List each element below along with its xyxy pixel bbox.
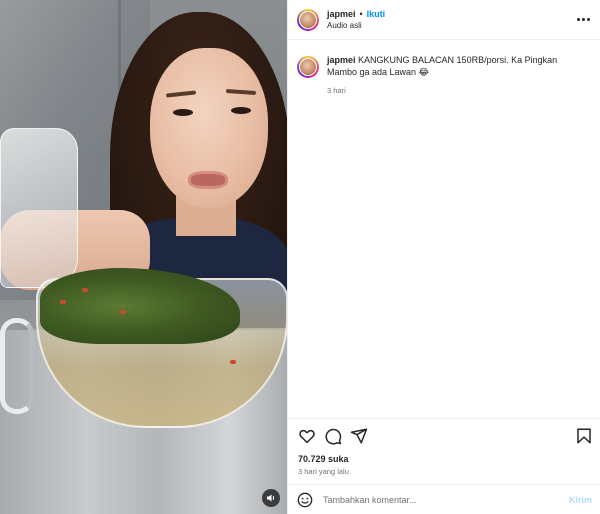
person-eye-left — [173, 109, 193, 116]
post-timestamp[interactable]: 3 hari yang lalu — [298, 467, 349, 476]
author-username[interactable]: japmei — [327, 9, 356, 19]
caption-body: japmei KANGKUNG BALACAN 150RB/porsi. Ka … — [327, 54, 589, 95]
heart-icon[interactable] — [298, 427, 316, 445]
person-eye-right — [231, 107, 251, 114]
chili-piece — [82, 288, 88, 292]
post-dialog: japmei • Ikuti Audio asli japmei KANGKUN… — [0, 0, 600, 514]
comment-input[interactable] — [323, 494, 569, 505]
caption-message: KANGKUNG BALACAN 150RB/porsi. Ka Pingkan… — [327, 55, 558, 77]
separator-dot: • — [359, 9, 363, 19]
likes-count[interactable]: 70.729 suka — [298, 454, 349, 464]
action-icons — [298, 427, 593, 447]
caption-username[interactable]: japmei — [327, 55, 356, 65]
comment-composer: Kirim — [288, 484, 600, 514]
bookmark-icon[interactable] — [575, 427, 593, 445]
audio-link[interactable]: Audio asli — [327, 21, 385, 30]
video-player[interactable] — [0, 0, 287, 514]
send-icon[interactable] — [350, 427, 368, 445]
comments-section: japmei KANGKUNG BALACAN 150RB/porsi. Ka … — [288, 40, 600, 420]
plastic-bag — [0, 128, 78, 288]
scissors — [0, 318, 34, 414]
post-header: japmei • Ikuti Audio asli — [288, 0, 600, 40]
chili-piece — [230, 360, 236, 364]
emoji-icon[interactable] — [297, 492, 313, 508]
post-sidebar: japmei • Ikuti Audio asli japmei KANGKUN… — [287, 0, 600, 514]
follow-button[interactable]: Ikuti — [367, 9, 386, 19]
caption-time: 3 hari — [327, 86, 346, 95]
person-mouth — [188, 171, 228, 189]
speaker-icon — [267, 494, 275, 502]
author-info: japmei • Ikuti Audio asli — [327, 9, 385, 30]
comment-icon[interactable] — [324, 427, 342, 445]
send-comment-button[interactable]: Kirim — [569, 495, 592, 505]
author-avatar[interactable] — [297, 8, 319, 31]
sound-toggle-button[interactable] — [262, 489, 280, 507]
author-line: japmei • Ikuti — [327, 9, 385, 19]
caption-row: japmei KANGKUNG BALACAN 150RB/porsi. Ka … — [297, 54, 592, 95]
caption-avatar[interactable] — [297, 56, 319, 78]
more-options-icon[interactable] — [577, 14, 591, 24]
chili-piece — [120, 310, 126, 314]
caption-text: japmei KANGKUNG BALACAN 150RB/porsi. Ka … — [327, 54, 589, 78]
chili-piece — [60, 300, 66, 304]
